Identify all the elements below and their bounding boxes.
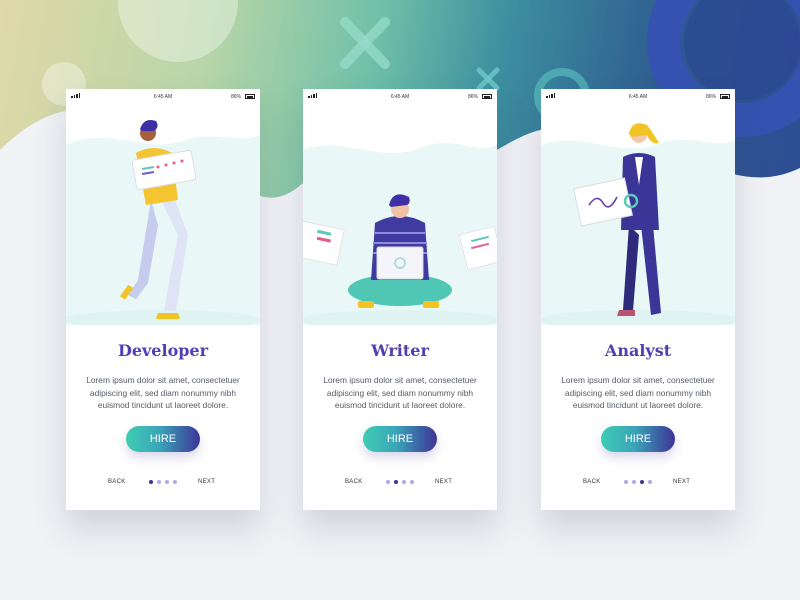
phone-screen-writer: 6:45 AM 86% Writer Lorem ipsum dolor sit… xyxy=(303,89,497,510)
back-button[interactable]: BACK xyxy=(108,479,126,485)
battery-percent: 86% xyxy=(467,94,478,100)
page-dot[interactable] xyxy=(149,480,153,484)
writer-illustration xyxy=(303,143,497,325)
page-dot[interactable] xyxy=(386,480,390,484)
battery-percent: 86% xyxy=(705,94,716,100)
page-dot[interactable] xyxy=(648,480,652,484)
next-button[interactable]: NEXT xyxy=(673,479,690,485)
screen-title: Writer xyxy=(371,341,429,360)
back-button[interactable]: BACK xyxy=(583,479,601,485)
battery-icon xyxy=(720,94,730,99)
page-indicator xyxy=(624,480,652,484)
status-bar: 6:45 AM 86% xyxy=(66,89,260,105)
page-dot[interactable] xyxy=(624,480,628,484)
page-dot[interactable] xyxy=(394,480,398,484)
hire-button[interactable]: HIRE xyxy=(126,426,200,452)
hire-button[interactable]: HIRE xyxy=(601,426,675,452)
bg-x-large xyxy=(340,17,390,69)
page-dot[interactable] xyxy=(640,480,644,484)
page-dot[interactable] xyxy=(165,480,169,484)
page-dot[interactable] xyxy=(402,480,406,484)
developer-illustration xyxy=(66,120,260,325)
page-dot[interactable] xyxy=(157,480,161,484)
battery-icon xyxy=(245,94,255,99)
page-dot[interactable] xyxy=(632,480,636,484)
status-bar: 6:45 AM 86% xyxy=(541,89,735,105)
battery-icon xyxy=(482,94,492,99)
page-dot[interactable] xyxy=(173,480,177,484)
screen-title: Developer xyxy=(117,341,209,360)
phone-screen-analyst: 6:45 AM 86% Analyst Lorem ipsum dolor si… xyxy=(541,89,735,510)
page-indicator xyxy=(149,480,177,484)
screen-description: Lorem ipsum dolor sit amet, consectetuer… xyxy=(323,375,477,410)
back-button[interactable]: BACK xyxy=(345,479,363,485)
screen-description: Lorem ipsum dolor sit amet, consectetuer… xyxy=(86,375,240,410)
screen-description: Lorem ipsum dolor sit amet, consectetuer… xyxy=(561,375,715,410)
page-indicator xyxy=(386,480,414,484)
status-bar: 6:45 AM 86% xyxy=(303,89,497,105)
page-dot[interactable] xyxy=(410,480,414,484)
next-button[interactable]: NEXT xyxy=(198,479,215,485)
analyst-illustration xyxy=(541,123,735,325)
bg-circle-top xyxy=(118,0,238,62)
next-button[interactable]: NEXT xyxy=(435,479,452,485)
phone-screen-developer: 6:45 AM 86% Developer Lorem ipsum dolor … xyxy=(66,89,260,510)
bg-x-small xyxy=(476,67,500,91)
battery-percent: 86% xyxy=(230,94,241,100)
screen-title: Analyst xyxy=(604,341,672,360)
hire-button[interactable]: HIRE xyxy=(363,426,437,452)
